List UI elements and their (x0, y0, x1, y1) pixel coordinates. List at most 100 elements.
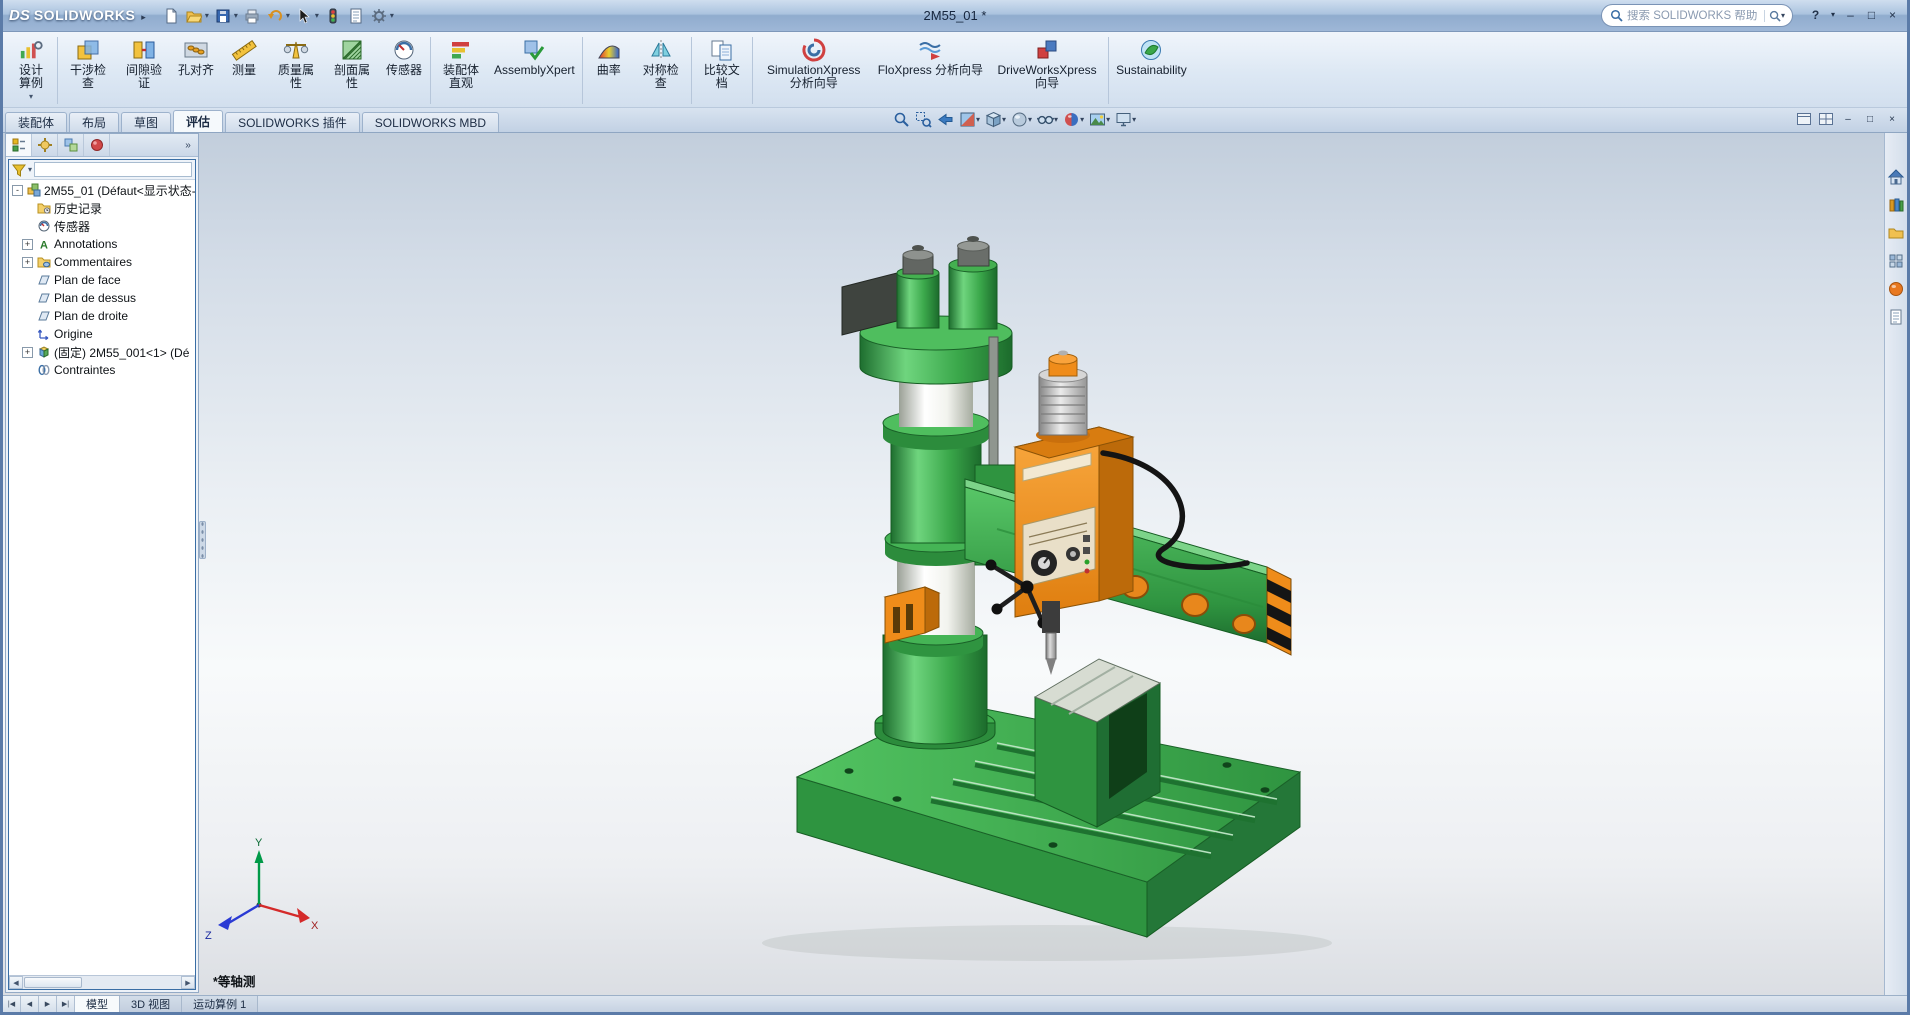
panel-tabs-overflow-icon[interactable]: » (178, 134, 198, 156)
design-study-button[interactable]: 设计算例 ▾ (7, 34, 55, 101)
print-button[interactable] (241, 5, 263, 27)
menu-flyout-icon[interactable]: ▸ (141, 12, 146, 23)
assemblyxpert-button[interactable]: AssemblyXpert (489, 34, 580, 77)
tab-evaluate[interactable]: 评估 (173, 110, 223, 132)
tree-item-front-plane[interactable]: Plan de face (9, 271, 195, 289)
hole-alignment-button[interactable]: 孔对齐 (172, 34, 220, 77)
measure-button[interactable]: 测量 (220, 34, 268, 77)
tab-solidworks-addins[interactable]: SOLIDWORKS 插件 (225, 112, 360, 132)
scroll-right-icon[interactable]: ▶ (181, 976, 195, 989)
filter-caret-icon[interactable]: ▾ (28, 165, 32, 174)
sensors-button[interactable]: 传感器 (380, 34, 428, 77)
assembly-visualization-button[interactable]: 装配体直观 (433, 34, 489, 91)
view-settings-button[interactable]: ▾ (1113, 109, 1138, 130)
help-caret-icon[interactable]: ▾ (1827, 5, 1839, 24)
zoom-to-fit-button[interactable] (891, 109, 912, 130)
viewport-layout-single-button[interactable] (1795, 111, 1813, 127)
floxpress-button[interactable]: FloXpress 分析向导 (873, 34, 988, 77)
curvature-button[interactable]: 曲率 (585, 34, 633, 77)
tabs-scroll-prev-button[interactable]: ◀ (21, 996, 39, 1012)
close-button[interactable]: × (1883, 5, 1902, 24)
document-close-button[interactable]: × (1883, 111, 1901, 127)
rebuild-button[interactable] (322, 5, 344, 27)
interference-check-button[interactable]: 干涉检查 (60, 34, 116, 91)
tree-item-sensors[interactable]: 传感器 (9, 217, 195, 235)
expand-box-icon[interactable]: + (22, 347, 33, 358)
tree-horizontal-scrollbar[interactable]: ◀ ▶ (9, 975, 195, 989)
minimize-button[interactable]: – (1841, 5, 1860, 24)
tree-root-item[interactable]: - 2M55_01 (Défaut<显示状态- (9, 181, 195, 199)
scroll-left-icon[interactable]: ◀ (9, 976, 23, 989)
save-caret-icon[interactable]: ▾ (234, 11, 238, 20)
maximize-button[interactable]: □ (1862, 5, 1881, 24)
resources-button[interactable] (1887, 167, 1906, 186)
options-button[interactable] (368, 5, 390, 27)
displaymanager-tab[interactable] (84, 134, 110, 156)
tree-item-origin[interactable]: Origine (9, 325, 195, 343)
appearances-button[interactable] (1887, 279, 1906, 298)
simulationxpress-button[interactable]: SimulationXpress 分析向导 (755, 34, 873, 91)
view-orientation-button[interactable]: ▾ (983, 109, 1008, 130)
edit-appearance-button[interactable]: ▾ (1061, 109, 1086, 130)
propertymanager-tab[interactable] (32, 134, 58, 156)
view-palette-button[interactable] (1887, 251, 1906, 270)
tabs-scroll-next-button[interactable]: ▶ (39, 996, 57, 1012)
expand-box-icon[interactable]: + (22, 257, 33, 268)
symmetry-check-button[interactable]: 对称检查 (633, 34, 689, 91)
driveworksxpress-button[interactable]: DriveWorksXpress 向导 (988, 34, 1106, 91)
file-explorer-button[interactable] (1887, 223, 1906, 242)
tree-item-component[interactable]: + (固定) 2M55_001<1> (Dé (9, 343, 195, 361)
tabs-scroll-first-button[interactable]: |◀ (3, 996, 21, 1012)
collapse-box-icon[interactable]: - (12, 185, 23, 196)
select-button[interactable] (293, 5, 315, 27)
featuremanager-tab[interactable] (6, 134, 32, 156)
zoom-to-area-button[interactable] (913, 109, 934, 130)
help-button[interactable]: ? (1806, 5, 1825, 24)
mass-properties-button[interactable]: 质量属性 (268, 34, 324, 91)
search-submit-button[interactable]: ▾ (1764, 10, 1787, 22)
section-view-button[interactable]: ▾ (957, 109, 982, 130)
custom-properties-button[interactable] (1887, 307, 1906, 326)
document-restore-button[interactable]: □ (1861, 111, 1879, 127)
tree-item-mates[interactable]: Contraintes (9, 361, 195, 379)
save-button[interactable] (212, 5, 234, 27)
model-tab[interactable]: 模型 (75, 996, 120, 1012)
tree-filter-input[interactable] (34, 162, 192, 177)
tab-sketch[interactable]: 草图 (121, 112, 171, 132)
clearance-verification-button[interactable]: 间隙验证 (116, 34, 172, 91)
expand-box-icon[interactable]: + (22, 239, 33, 250)
select-caret-icon[interactable]: ▾ (315, 11, 319, 20)
undo-button[interactable] (264, 5, 286, 27)
display-style-button[interactable]: ▾ (1009, 109, 1034, 130)
panel-splitter-handle[interactable] (199, 521, 206, 559)
new-document-button[interactable] (160, 5, 182, 27)
configurationmanager-tab[interactable] (58, 134, 84, 156)
tab-solidworks-mbd[interactable]: SOLIDWORKS MBD (362, 112, 499, 132)
design-library-button[interactable] (1887, 195, 1906, 214)
document-minimize-button[interactable]: – (1839, 111, 1857, 127)
scrollbar-thumb[interactable] (24, 977, 82, 988)
open-document-button[interactable] (183, 5, 205, 27)
viewport-layout-split-button[interactable] (1817, 111, 1835, 127)
tab-layout[interactable]: 布局 (69, 112, 119, 132)
sustainability-button[interactable]: Sustainability (1111, 34, 1192, 77)
tab-assembly[interactable]: 装配体 (5, 112, 67, 132)
previous-view-button[interactable] (935, 109, 956, 130)
file-properties-button[interactable] (345, 5, 367, 27)
tree-item-annotations[interactable]: + A Annotations (9, 235, 195, 253)
3d-views-tab[interactable]: 3D 视图 (120, 996, 182, 1012)
search-input[interactable] (1627, 10, 1764, 22)
options-caret-icon[interactable]: ▾ (390, 11, 394, 20)
undo-caret-icon[interactable]: ▾ (286, 11, 290, 20)
tree-item-right-plane[interactable]: Plan de droite (9, 307, 195, 325)
tree-item-comments[interactable]: + Commentaires (9, 253, 195, 271)
apply-scene-button[interactable]: ▾ (1087, 109, 1112, 130)
open-caret-icon[interactable]: ▾ (205, 11, 209, 20)
3d-viewport[interactable]: Y X Z (3, 133, 1907, 992)
tabs-scroll-last-button[interactable]: ▶| (57, 996, 75, 1012)
compare-documents-button[interactable]: 比较文档 (694, 34, 750, 91)
tree-item-top-plane[interactable]: Plan de dessus (9, 289, 195, 307)
section-properties-button[interactable]: 剖面属性 (324, 34, 380, 91)
hide-show-items-button[interactable]: ▾ (1035, 109, 1060, 130)
scrollbar-track[interactable] (82, 976, 181, 989)
